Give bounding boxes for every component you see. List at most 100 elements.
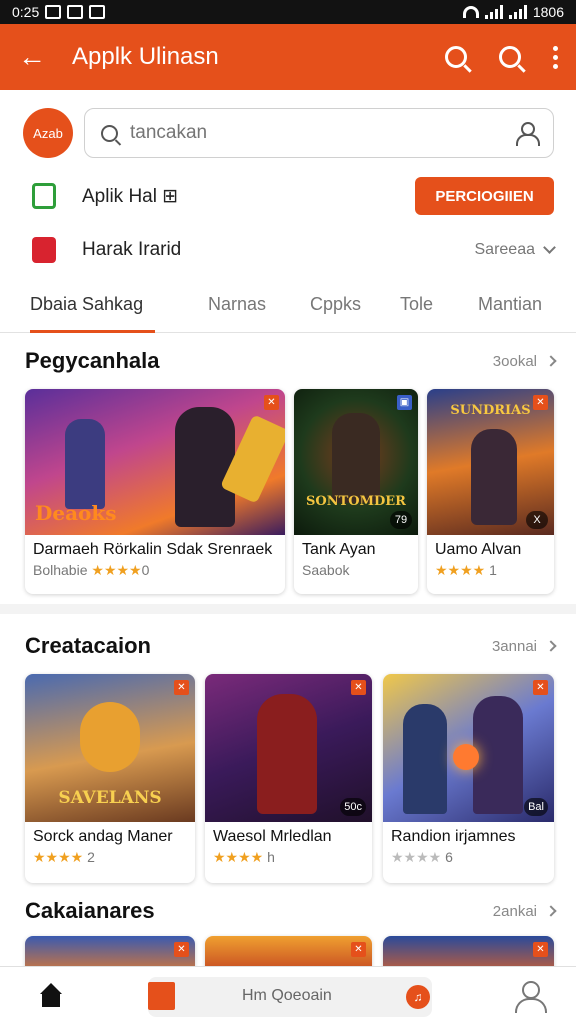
chevron-down-icon [543,241,556,254]
section-header: Pegycanhala 3ookal [25,348,557,374]
apps-row-label: Aplik Hal ⊞ [82,185,179,207]
game-rating: ★★★★ [435,562,486,578]
game-meta-row: ★★★★ h [205,846,372,866]
bookmark-icon[interactable]: ✕ [264,395,279,410]
game-art: ▣ SONTOMDER 79 [294,389,418,535]
active-tab-indicator [30,330,155,333]
game-card[interactable]: ✕ SUNDRIAS X Uamo Alvan ★★★★ 1 [427,389,554,594]
game-art: ✕ 50c [205,674,372,822]
see-all-link[interactable]: 3ookal [492,352,557,370]
camera-notification-icon [89,5,106,19]
see-all-link[interactable]: 2ankai [492,902,557,920]
primary-action-button[interactable]: PERCIOGIIEN [415,177,554,215]
game-rating-value: 6 [445,849,453,865]
user-icon[interactable] [515,122,540,146]
game-tag: 79 [390,511,412,529]
game-logo-text: SONTOMDER [306,494,406,509]
bookmark-icon[interactable]: ▣ [397,395,412,410]
app-icon [32,183,56,209]
bookmark-icon[interactable]: ✕ [533,942,548,957]
section-divider [0,604,576,614]
tab-dbaia-sahkag[interactable]: Dbaia Sahkag [30,294,143,315]
home-icon[interactable] [38,983,64,1007]
bookmark-icon[interactable]: ✕ [174,680,189,695]
game-rating-value: 1 [489,562,497,578]
app-bar: ← Applk Ulinasn [0,24,576,90]
section-title: Cakaianares [25,898,155,923]
dropdown-value: Sareeaa [474,241,536,258]
game-tag: X [526,511,548,529]
game-art: ✕ Deaoks [25,389,285,535]
game-title: Uamo Alvan [435,541,522,558]
game-publisher: Saabok [302,562,350,578]
apps-row[interactable]: Aplik Hal ⊞ PERCIOGIIEN [32,176,554,216]
game-card[interactable]: ▣ SONTOMDER 79 Tank Ayan Saabok [294,389,418,594]
app-badge-icon [148,982,175,1010]
chevron-right-icon [545,905,557,917]
game-art: ✕ SAVELANS [25,674,195,822]
notification-icon[interactable]: ♫ [406,985,430,1009]
more-vert-icon[interactable] [553,45,558,69]
section-header: Cakaianares 2ankai [25,898,557,924]
search-alt-icon[interactable] [499,46,521,68]
category-row-label: Harak Irarid [82,239,182,260]
app-title: Applk Ulinasn [72,43,219,70]
game-rating-value: h [267,849,275,865]
bookmark-icon[interactable]: ✕ [174,942,189,957]
game-publisher: Bolhabie [33,562,88,578]
section-header: Creatacaion 3annai [25,633,557,659]
game-rating: ★★★★ [213,849,264,865]
tab-narnas[interactable]: Narnas [208,294,266,315]
game-tag: 50c [340,798,366,816]
game-meta-row: ★★★★ 2 [25,846,195,866]
bookmark-icon[interactable]: ✕ [351,942,366,957]
chevron-right-icon [545,355,557,367]
signal-2-icon [508,5,527,19]
search-input[interactable] [130,122,515,144]
game-title: Waesol Mrledlan [213,828,332,845]
game-rating-value: 2 [87,849,95,865]
game-rating-value: 0 [141,562,150,578]
bottom-search-text: Hm Qoeoain [242,987,332,1004]
see-all-label: 2ankai [492,902,537,920]
game-rating: ★★★★ [91,562,142,578]
search-icon [101,124,118,142]
tab-tole[interactable]: Tole [400,294,433,315]
game-title: Randion irjamnes [391,828,516,845]
see-all-label: 3ookal [492,352,537,370]
chevron-right-icon [545,640,557,652]
game-logo-text: Deaoks [35,501,117,525]
category-dropdown[interactable]: Sareeaa [474,241,556,259]
back-arrow-icon[interactable]: ← [18,43,46,71]
tab-mantian[interactable]: Mantian [478,294,542,315]
game-card[interactable]: ✕ 50c Waesol Mrledlan ★★★★ h [205,674,372,883]
signal-icon [484,5,503,19]
bottom-search-bar[interactable]: Hm Qoeoain ♫ [148,977,432,1017]
game-card[interactable]: ✕ Bal Randion irjamnes ★★★★ 6 [383,674,554,883]
battery-level: 1806 [532,4,564,20]
see-all-label: 3annai [491,637,537,655]
game-title: Sorck andag Maner [33,828,173,845]
category-row[interactable]: Harak Irarid Sareeaa [32,230,556,270]
game-title: Darmaeh Rörkalin Sdak Srenraek [33,541,273,558]
game-card[interactable]: ✕ Deaoks Darmaeh Rörkalin Sdak Srenraek … [25,389,285,594]
bookmark-icon[interactable]: ✕ [351,680,366,695]
transfer-notification-icon [67,5,84,19]
section-title: Creatacaion [25,633,151,658]
game-tag: Bal [524,798,548,816]
tab-cppks[interactable]: Cppks [310,294,361,315]
game-logo-text: SAVELANS [58,788,162,808]
avatar[interactable]: Azab [23,108,73,158]
search-icon[interactable] [445,46,467,68]
game-art: ✕ Bal [383,674,554,822]
search-bar[interactable] [84,108,554,158]
game-card[interactable]: ✕ SAVELANS Sorck andag Maner ★★★★ 2 [25,674,195,883]
see-all-link[interactable]: 3annai [491,637,557,655]
game-title: Tank Ayan [302,541,376,558]
bookmark-icon[interactable]: ✕ [533,680,548,695]
bottom-navigation: Hm Qoeoain ♫ [0,966,576,1024]
profile-icon[interactable] [515,981,547,1013]
gallery-notification-icon [45,5,62,19]
game-rating: ★★★★ [391,849,442,865]
status-bar: 0:25 1806 [0,0,576,24]
